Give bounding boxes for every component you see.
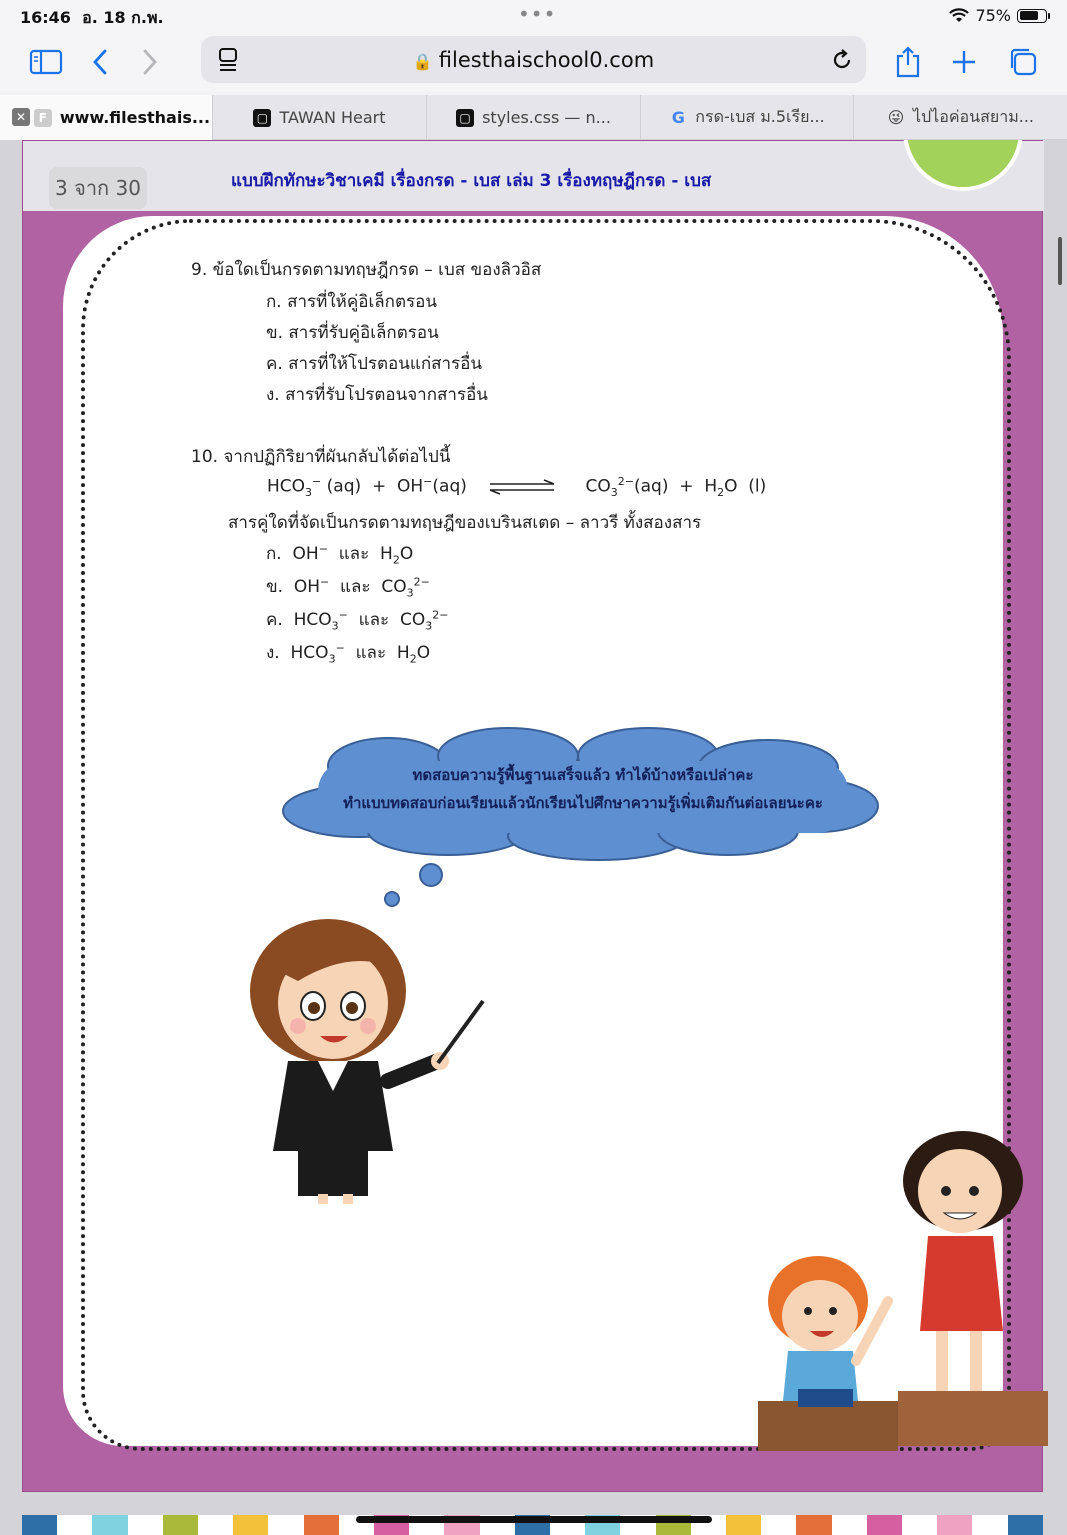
question-10: 10. จากปฏิกิริยาที่ผันกลับได้ต่อไปนี้ [191,447,451,467]
url-text[interactable]: 🔒 filesthaischool0.com [201,48,866,72]
scrollbar[interactable] [1058,237,1062,285]
multitask-dots-icon[interactable]: ••• [518,2,556,26]
tab-tawan-heart[interactable]: ▢ TAWAN Heart [213,95,427,140]
q10-choice-d: ง. HCO3− และ H2O [266,641,431,666]
share-icon[interactable] [888,42,928,82]
back-icon[interactable] [80,42,120,82]
home-indicator[interactable] [356,1516,712,1523]
tabs-overview-icon[interactable] [1003,42,1043,82]
page-heading: แบบฝึกทักษะวิชาเคมี เรื่องกรด - เบส เล่ม… [231,171,712,191]
lock-icon: 🔒 [412,52,433,71]
address-bar[interactable]: 🔒 filesthaischool0.com [201,36,866,83]
cloud-text-line-2: ทำแบบทดสอบก่อนเรียนแล้วนักเรียนไปศึกษาคว… [343,794,823,812]
tab-google-search[interactable]: G กรด-เบส ม.5เรีย... [641,95,854,140]
question-10-sub: สารคู่ใดที่จัดเป็นกรดตามทฤษฎีของเบรินสเต… [228,513,702,533]
favicon: ▢ [253,108,272,127]
battery-percent: 75% [975,6,1011,25]
q9-choice-d: ง. สารที่รับโปรตอนจากสารอื่น [266,385,488,405]
emoji-icon: 😜 [887,108,905,127]
close-tab-icon[interactable]: ✕ [12,108,30,126]
reaction-equation: HCO3− (aq) + OH−(aq) CO32−(aq) + H2O (l) [267,475,767,500]
tab-styles-css[interactable]: ▢ styles.css — n... [427,95,641,140]
tab-filesthai[interactable]: ✕ F www.filesthais... [0,95,213,140]
tab-bar: ✕ F www.filesthais... ▢ TAWAN Heart ▢ st… [0,95,1067,140]
q9-choice-a: ก. สารที่ให้คู่อิเล็กตรอน [266,292,437,312]
question-9: 9. ข้อใดเป็นกรดตามทฤษฎีกรด – เบส ของลิวอ… [191,260,542,280]
tab-label: styles.css — n... [482,108,611,127]
q10-choice-c: ค. HCO3− และ CO32− [266,608,449,633]
battery-icon [1017,8,1050,23]
q9-choice-c: ค. สารที่ให้โปรตอนแก่สารอื่น [266,354,483,374]
status-right: 75% [949,6,1050,25]
status-time: 16:46 อ. 18 ก.พ. [20,8,164,27]
new-tab-icon[interactable] [944,42,984,82]
reload-icon[interactable] [830,48,854,72]
q10-choice-a: ก. OH− และ H2O [266,542,414,567]
teacher-illustration [250,919,485,1204]
tab-iconsiam[interactable]: 😜 ไปไอค่อนสยาม... [854,95,1067,140]
equilibrium-arrow-icon [490,478,555,495]
favicon: ▢ [456,108,475,127]
browser-toolbar: 🔒 filesthaischool0.com [0,32,1067,92]
thought-bubble [384,891,400,907]
pdf-viewport[interactable]: แบบฝึกทักษะวิชาเคมี เรื่องกรด - เบส เล่ม… [0,140,1067,1535]
wifi-icon [949,7,970,22]
q10-choice-b: ข. OH− และ CO32− [266,575,430,600]
q9-choice-b: ข. สารที่รับคู่อิเล็กตรอน [266,323,439,343]
status-bar: 16:46 อ. 18 ก.พ. ••• 75% [0,0,1067,32]
forward-icon[interactable] [130,42,170,82]
tab-label: TAWAN Heart [279,108,386,127]
google-icon: G [671,108,685,127]
tab-label: www.filesthais... [59,108,211,127]
page-counter: 3 จาก 30 [49,167,147,209]
cloud-text-line-1: ทดสอบความรู้พื้นฐานเสร็จแล้ว ทำได้บ้างหร… [412,766,754,784]
thought-bubble [419,863,443,887]
tab-label: กรด-เบส ม.5เรีย... [695,107,825,126]
pdf-page: แบบฝึกทักษะวิชาเคมี เรื่องกรด - เบส เล่ม… [22,140,1048,1492]
tab-label: ไปไอค่อนสยาม... [912,107,1035,126]
kids-illustration [758,1131,1048,1451]
sidebar-icon[interactable] [26,42,66,82]
favicon: F [33,108,52,127]
